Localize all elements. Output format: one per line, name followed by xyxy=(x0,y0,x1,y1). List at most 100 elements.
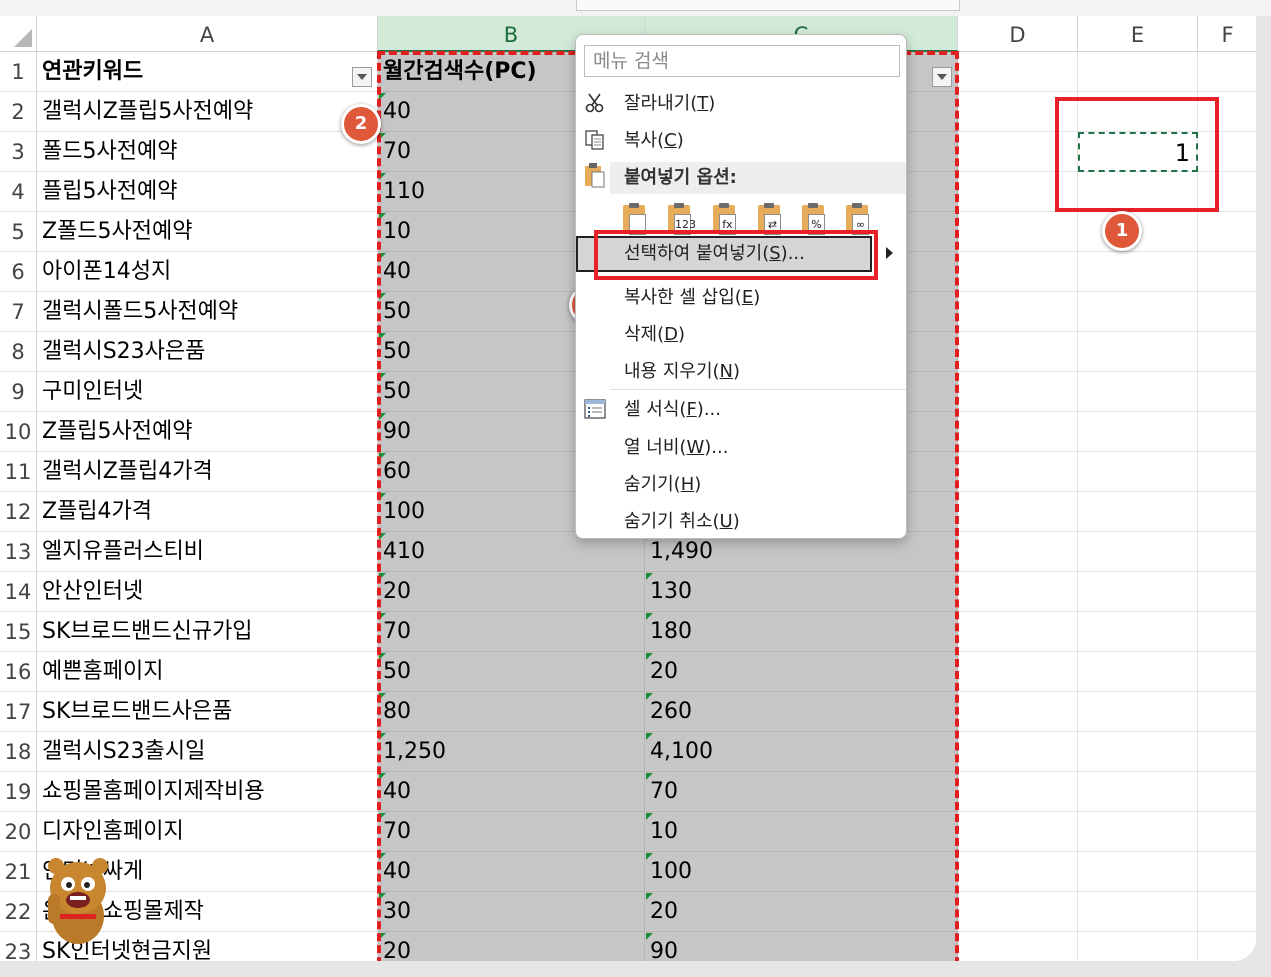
cell-b23[interactable]: 20 xyxy=(378,932,645,961)
cell-a5[interactable]: Z폴드5사전예약 xyxy=(37,212,378,252)
cell-a14[interactable]: 안산인터넷 xyxy=(37,572,378,612)
paste-formulas-icon[interactable]: fx xyxy=(710,203,740,235)
menu-item-col-width[interactable]: 열 너비(W)... xyxy=(576,431,906,465)
cell-d14[interactable] xyxy=(958,572,1078,612)
menu-item-delete[interactable]: 삭제(D) xyxy=(576,318,906,352)
cell-c18[interactable]: 4,100 xyxy=(645,732,958,772)
cell-e23[interactable] xyxy=(1078,932,1198,961)
menu-item-format-cells[interactable]: 셀 서식(F)... xyxy=(576,393,906,427)
cell-f23[interactable] xyxy=(1198,932,1256,961)
cell-a20[interactable]: 디자인홈페이지 xyxy=(37,812,378,852)
cell-f17[interactable] xyxy=(1198,692,1256,732)
cell-f5[interactable] xyxy=(1198,212,1256,252)
cell-e1[interactable] xyxy=(1078,52,1198,92)
cell-a10[interactable]: Z플립5사전예약 xyxy=(37,412,378,452)
cell-d17[interactable] xyxy=(958,692,1078,732)
row-header[interactable]: 20 xyxy=(0,812,37,852)
cell-e21[interactable] xyxy=(1078,852,1198,892)
cell-d2[interactable] xyxy=(958,92,1078,132)
cell-c16[interactable]: 20 xyxy=(645,652,958,692)
cell-e20[interactable] xyxy=(1078,812,1198,852)
row-header[interactable]: 5 xyxy=(0,212,37,252)
cell-d5[interactable] xyxy=(958,212,1078,252)
cell-e11[interactable] xyxy=(1078,452,1198,492)
cell-c17[interactable]: 260 xyxy=(645,692,958,732)
cell-d19[interactable] xyxy=(958,772,1078,812)
cell-d15[interactable] xyxy=(958,612,1078,652)
cell-d11[interactable] xyxy=(958,452,1078,492)
row-header[interactable]: 4 xyxy=(0,172,37,212)
cell-b22[interactable]: 30 xyxy=(378,892,645,932)
cell-d22[interactable] xyxy=(958,892,1078,932)
filter-dropdown-c[interactable] xyxy=(932,67,952,87)
cell-f4[interactable] xyxy=(1198,172,1256,212)
cell-f12[interactable] xyxy=(1198,492,1256,532)
cell-e17[interactable] xyxy=(1078,692,1198,732)
menu-item-insert-copied[interactable]: 복사한 셀 삽입(E) xyxy=(576,281,906,315)
cell-f22[interactable] xyxy=(1198,892,1256,932)
row-header[interactable]: 2 xyxy=(0,92,37,132)
cell-f21[interactable] xyxy=(1198,852,1256,892)
cell-f14[interactable] xyxy=(1198,572,1256,612)
cell-f19[interactable] xyxy=(1198,772,1256,812)
column-header-e[interactable]: E xyxy=(1078,16,1198,52)
cell-d20[interactable] xyxy=(958,812,1078,852)
filter-dropdown-a[interactable] xyxy=(352,67,372,87)
cell-a11[interactable]: 갤럭시Z플립4가격 xyxy=(37,452,378,492)
row-header[interactable]: 8 xyxy=(0,332,37,372)
row-header[interactable]: 3 xyxy=(0,132,37,172)
cell-a15[interactable]: SK브로드밴드신규가입 xyxy=(37,612,378,652)
cell-a6[interactable]: 아이폰14성지 xyxy=(37,252,378,292)
cell-f13[interactable] xyxy=(1198,532,1256,572)
row-header[interactable]: 14 xyxy=(0,572,37,612)
cell-d9[interactable] xyxy=(958,372,1078,412)
cell-a1[interactable]: 연관키워드 xyxy=(37,52,378,92)
cell-d21[interactable] xyxy=(958,852,1078,892)
cell-c21[interactable]: 100 xyxy=(645,852,958,892)
cell-e4[interactable] xyxy=(1078,172,1198,212)
cell-d10[interactable] xyxy=(958,412,1078,452)
cell-f8[interactable] xyxy=(1198,332,1256,372)
cell-c19[interactable]: 70 xyxy=(645,772,958,812)
paste-icon[interactable] xyxy=(620,203,650,235)
paste-transpose-icon[interactable]: ⇄ xyxy=(755,203,785,235)
cell-e8[interactable] xyxy=(1078,332,1198,372)
cell-d12[interactable] xyxy=(958,492,1078,532)
cell-b14[interactable]: 20 xyxy=(378,572,645,612)
cell-a19[interactable]: 쇼핑몰홈페이지제작비용 xyxy=(37,772,378,812)
cell-c14[interactable]: 130 xyxy=(645,572,958,612)
row-header[interactable]: 23 xyxy=(0,932,37,961)
row-header[interactable]: 19 xyxy=(0,772,37,812)
cell-a17[interactable]: SK브로드밴드사은품 xyxy=(37,692,378,732)
cell-c20[interactable]: 10 xyxy=(645,812,958,852)
row-header[interactable]: 18 xyxy=(0,732,37,772)
cell-e3[interactable]: 1 xyxy=(1078,132,1198,172)
cell-e9[interactable] xyxy=(1078,372,1198,412)
cell-f18[interactable] xyxy=(1198,732,1256,772)
cell-b15[interactable]: 70 xyxy=(378,612,645,652)
row-header[interactable]: 21 xyxy=(0,852,37,892)
cell-b19[interactable]: 40 xyxy=(378,772,645,812)
cell-b17[interactable]: 80 xyxy=(378,692,645,732)
cell-d1[interactable] xyxy=(958,52,1078,92)
row-header[interactable]: 9 xyxy=(0,372,37,412)
row-header[interactable]: 13 xyxy=(0,532,37,572)
cell-a13[interactable]: 엘지유플러스티비 xyxy=(37,532,378,572)
cell-b16[interactable]: 50 xyxy=(378,652,645,692)
cell-f3[interactable] xyxy=(1198,132,1256,172)
cell-f1[interactable] xyxy=(1198,52,1256,92)
cell-e13[interactable] xyxy=(1078,532,1198,572)
menu-item-paste-special[interactable]: 선택하여 붙여넣기(S)... xyxy=(576,236,872,272)
cell-a8[interactable]: 갤럭시S23사은품 xyxy=(37,332,378,372)
cell-e18[interactable] xyxy=(1078,732,1198,772)
cell-b20[interactable]: 70 xyxy=(378,812,645,852)
menu-item-cut[interactable]: 잘라내기(T) xyxy=(576,87,906,121)
column-header-f[interactable]: F xyxy=(1198,16,1256,52)
cell-f2[interactable] xyxy=(1198,92,1256,132)
cell-c15[interactable]: 180 xyxy=(645,612,958,652)
cell-a7[interactable]: 갤럭시폴드5사전예약 xyxy=(37,292,378,332)
cell-f20[interactable] xyxy=(1198,812,1256,852)
cell-a9[interactable]: 구미인터넷 xyxy=(37,372,378,412)
menu-item-copy[interactable]: 복사(C) xyxy=(576,124,906,158)
cell-d13[interactable] xyxy=(958,532,1078,572)
